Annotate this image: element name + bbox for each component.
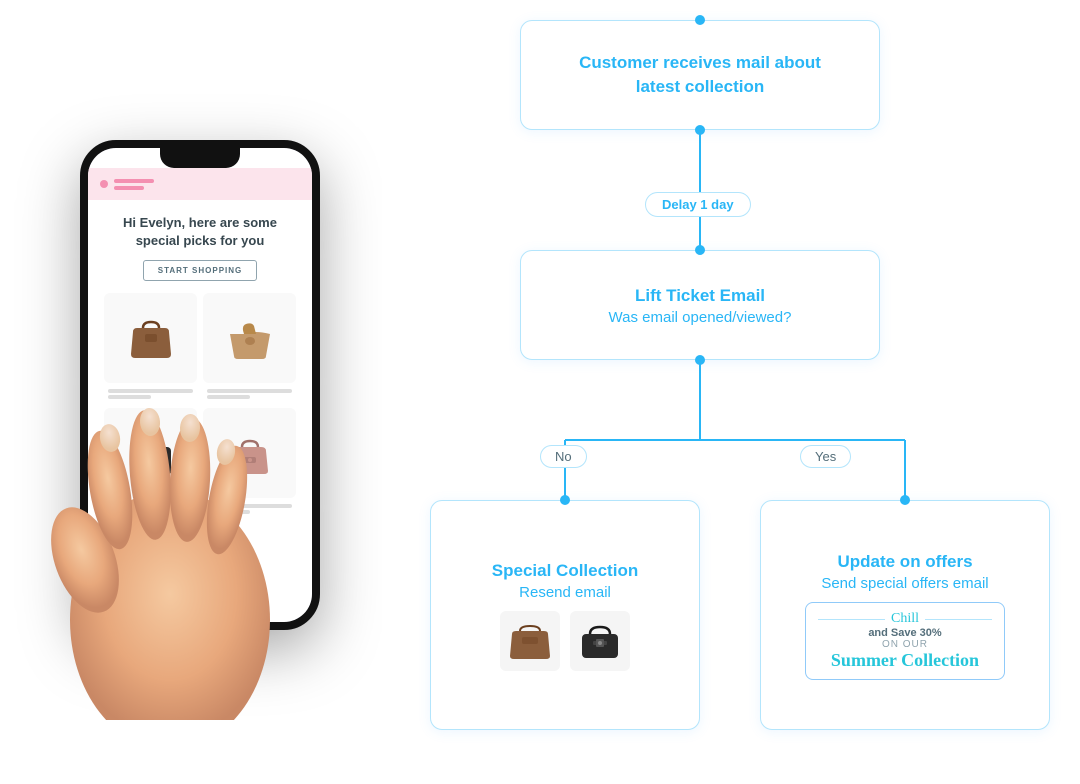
dot-right-top — [900, 495, 910, 505]
box-top-subtitle: latest collection — [636, 75, 764, 99]
status-dot — [100, 180, 108, 188]
delay-badge: Delay 1 day — [645, 192, 751, 217]
branch-no-label: No — [540, 445, 587, 468]
info-line-1 — [108, 389, 193, 393]
product-card-2 — [203, 293, 296, 383]
chill-line-left — [818, 619, 885, 620]
info-line-6 — [108, 510, 151, 514]
product-card-3 — [104, 408, 197, 498]
product-info-1 — [104, 386, 197, 402]
phone-greeting: Hi Evelyn, here are some special picks f… — [100, 214, 300, 250]
info-line-3 — [207, 389, 292, 393]
mini-bag-brown-icon — [508, 622, 552, 660]
product-info-3 — [104, 501, 197, 517]
bag-black-icon — [125, 431, 177, 475]
status-line — [114, 179, 154, 183]
chill-card: Chill and Save 30% ON OUR Summer Collect… — [805, 602, 1005, 680]
box-middle-title: Lift Ticket Email — [635, 284, 765, 308]
info-line-8 — [207, 510, 250, 514]
status-line-2 — [114, 186, 144, 190]
product-item-3 — [104, 408, 197, 517]
info-line-2 — [108, 395, 151, 399]
box-top-title: Customer receives mail about — [579, 51, 821, 75]
mini-bag-black — [570, 611, 630, 671]
save-text: and Save 30% — [818, 627, 992, 639]
info-line-4 — [207, 395, 250, 399]
product-card-4 — [203, 408, 296, 498]
chill-text: Chill — [891, 611, 919, 627]
box-right-subtitle: Send special offers email — [821, 575, 988, 592]
phone-products-grid — [100, 293, 300, 517]
flow-box-top: Customer receives mail about latest coll… — [520, 20, 880, 130]
product-item-1 — [104, 293, 197, 402]
chill-label: Chill — [818, 611, 992, 627]
dot-left-top — [560, 495, 570, 505]
summer-text: Summer Collection — [818, 650, 992, 671]
mini-products-left — [500, 611, 630, 671]
phone-body: Hi Evelyn, here are some special picks f… — [80, 140, 320, 630]
dot-middle-bottom — [695, 355, 705, 365]
info-line-7 — [207, 504, 292, 508]
phone-screen: Hi Evelyn, here are some special picks f… — [88, 148, 312, 622]
dot-top-bottom — [695, 125, 705, 135]
flow-box-middle: Lift Ticket Email Was email opened/viewe… — [520, 250, 880, 360]
product-item-2 — [203, 293, 296, 402]
product-info-4 — [203, 501, 296, 517]
box-right-title: Update on offers — [837, 550, 972, 574]
chill-line-right — [925, 619, 992, 620]
product-item-4 — [203, 408, 296, 517]
bag-tan-icon — [224, 316, 276, 360]
branch-yes-label: Yes — [800, 445, 851, 468]
phone-status-bar — [88, 168, 312, 200]
flow-box-left: Special Collection Resend email — [430, 500, 700, 730]
product-info-2 — [203, 386, 296, 402]
phone-content: Hi Evelyn, here are some special picks f… — [88, 200, 312, 527]
bag-pink-icon — [224, 431, 276, 475]
info-line-5 — [108, 504, 193, 508]
dot-top — [695, 15, 705, 25]
flowchart: Customer receives mail about latest coll… — [430, 10, 1060, 774]
product-card-1 — [104, 293, 197, 383]
box-left-subtitle: Resend email — [519, 584, 611, 601]
on-our-text: ON OUR — [818, 639, 992, 650]
mini-bag-brown — [500, 611, 560, 671]
phone-notch — [160, 148, 240, 168]
status-lines — [114, 179, 154, 190]
box-left-title: Special Collection — [492, 559, 638, 583]
phone-cta-button[interactable]: START SHOPPING — [143, 260, 258, 281]
phone-mockup: Hi Evelyn, here are some special picks f… — [30, 60, 370, 720]
dot-middle-top — [695, 245, 705, 255]
mini-bag-black-icon — [578, 622, 622, 660]
box-middle-subtitle: Was email opened/viewed? — [609, 309, 792, 326]
flow-box-right: Update on offers Send special offers ema… — [760, 500, 1050, 730]
bag-brown-icon — [125, 316, 177, 360]
